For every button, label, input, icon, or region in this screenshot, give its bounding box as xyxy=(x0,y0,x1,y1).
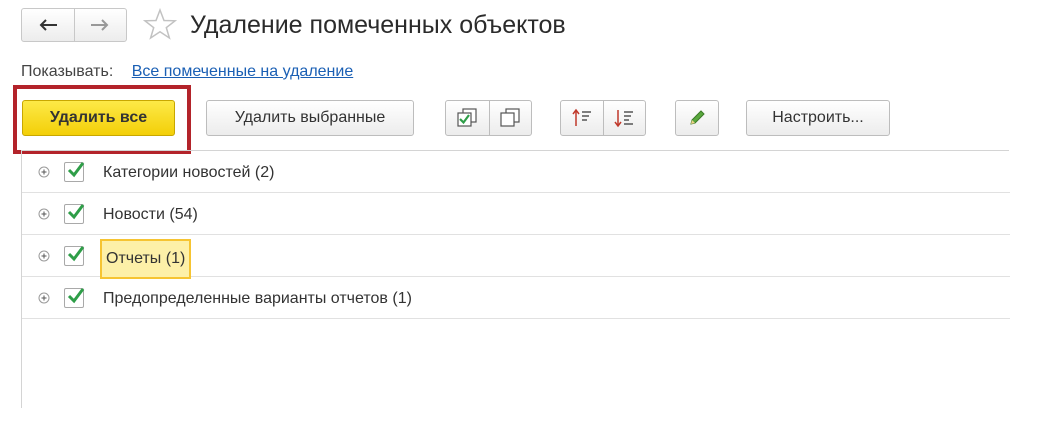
tree-row[interactable]: Новости (54) xyxy=(22,193,1010,235)
filter-label: Показывать: xyxy=(21,63,114,80)
tree-row[interactable]: Предопределенные варианты отчетов (1) xyxy=(22,277,1010,319)
uncheck-all-button[interactable] xyxy=(488,101,532,135)
row-label: Новости (54) xyxy=(103,206,198,223)
checkmark-icon xyxy=(67,204,85,220)
delete-selected-button[interactable]: Удалить выбранные xyxy=(206,100,414,136)
tree-row[interactable]: Отчеты (1) xyxy=(22,235,1010,279)
filter-link[interactable]: Все помеченные на удаление xyxy=(132,63,353,80)
sort-descending-button[interactable] xyxy=(602,101,645,135)
expand-plus-icon[interactable] xyxy=(38,250,50,262)
filter-row: Показывать: Все помеченные на удаление xyxy=(21,62,353,82)
row-label: Категории новостей (2) xyxy=(103,164,275,181)
back-button[interactable] xyxy=(22,9,74,41)
objects-tree: Категории новостей (2) Новости (54) Отче… xyxy=(21,150,1010,408)
check-buttons-group xyxy=(445,100,532,136)
row-checkbox[interactable] xyxy=(64,288,85,308)
row-checkbox[interactable] xyxy=(64,204,85,224)
navigation-buttons xyxy=(21,8,127,42)
checkmark-icon xyxy=(67,162,85,178)
checkmark-icon xyxy=(67,288,85,304)
expand-plus-icon[interactable] xyxy=(38,208,50,220)
pencil-icon xyxy=(690,110,705,125)
expand-plus-icon[interactable] xyxy=(38,166,50,178)
sort-ascending-button[interactable] xyxy=(561,101,603,135)
row-label-current: Отчеты (1) xyxy=(100,239,192,279)
arrow-right-icon xyxy=(91,19,109,31)
row-checkbox[interactable] xyxy=(64,162,85,182)
settings-button[interactable]: Настроить... xyxy=(746,100,890,136)
arrow-left-icon xyxy=(39,19,57,31)
row-checkbox[interactable] xyxy=(64,246,85,266)
expand-plus-icon[interactable] xyxy=(38,292,50,304)
forward-button[interactable] xyxy=(73,9,127,41)
uncheck-all-icon xyxy=(500,108,520,127)
sort-descending-icon xyxy=(614,110,634,128)
sort-ascending-icon xyxy=(572,108,591,126)
delete-all-button[interactable]: Удалить все xyxy=(22,100,175,136)
edit-button[interactable] xyxy=(675,100,719,136)
check-all-icon xyxy=(457,108,477,127)
checkmark-icon xyxy=(67,246,85,262)
check-all-button[interactable] xyxy=(446,101,489,135)
row-label: Предопределенные варианты отчетов (1) xyxy=(103,290,412,307)
star-icon[interactable] xyxy=(143,8,177,40)
page-title: Удаление помеченных объектов xyxy=(190,11,566,39)
tree-row[interactable]: Категории новостей (2) xyxy=(22,151,1010,193)
sort-buttons-group xyxy=(560,100,646,136)
